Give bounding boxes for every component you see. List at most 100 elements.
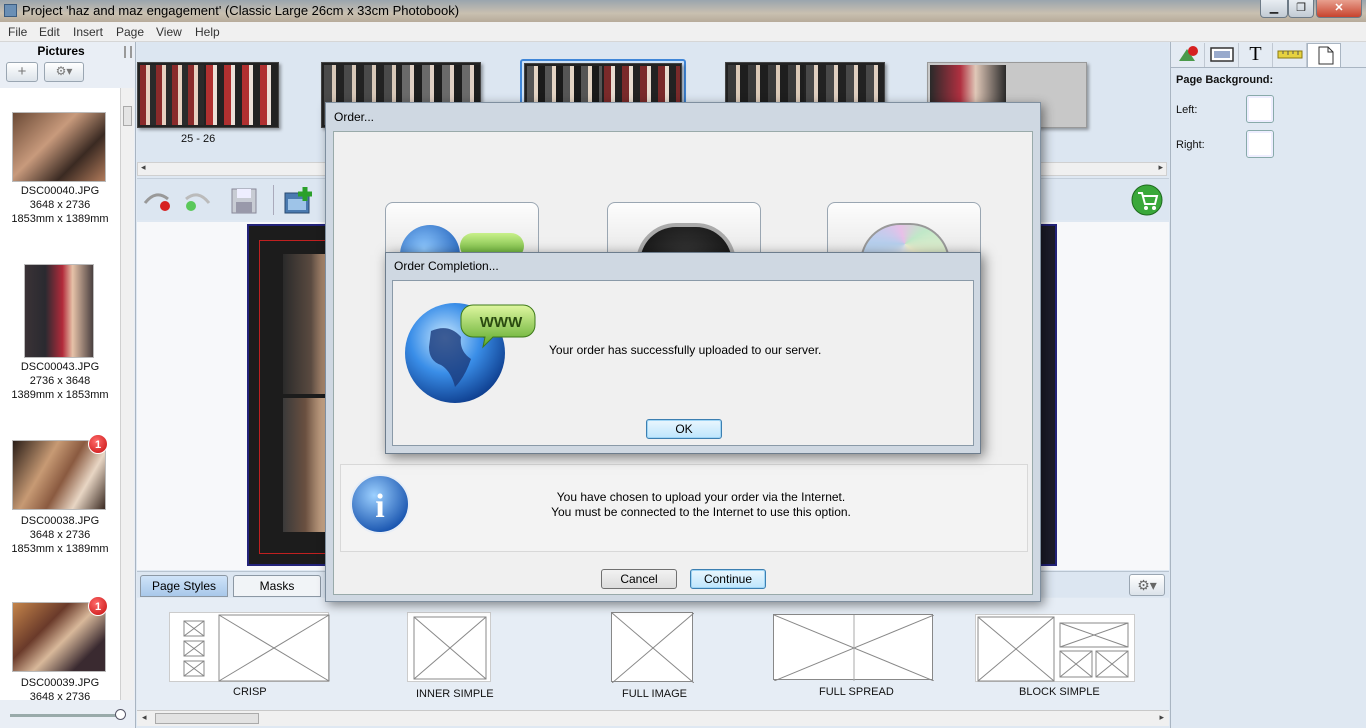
globe-www-icon: WWW	[405, 303, 536, 403]
completion-dialog-title: Order Completion...	[394, 259, 499, 273]
ruler-tab-icon[interactable]	[1273, 43, 1307, 67]
order-completion-dialog: Order Completion... WWW Your order has s…	[385, 252, 981, 454]
page-thumbnail-right	[206, 65, 278, 125]
shapes-tab-icon[interactable]	[1171, 43, 1205, 67]
properties-panel: T Page Background: Left: Right:	[1170, 42, 1366, 728]
style-full-spread-label: FULL SPREAD	[819, 686, 894, 698]
menu-view[interactable]: View	[156, 25, 182, 39]
add-page-icon[interactable]	[283, 185, 315, 217]
right-page[interactable]	[1039, 224, 1057, 566]
tab-page-styles[interactable]: Page Styles	[140, 575, 228, 597]
picture-pixels: 3648 x 2736	[29, 199, 91, 211]
list-item[interactable]: DSC00039.JPG 3648 x 2736	[0, 676, 120, 700]
info-text: You have chosen to upload your order via…	[401, 490, 1001, 520]
spread-thumbnail[interactable]	[137, 62, 279, 128]
app-icon	[4, 4, 17, 17]
style-full-spread-icon	[773, 614, 935, 682]
list-item[interactable]: DSC00038.JPG 3648 x 2736 1853mm x 1389mm	[0, 514, 120, 556]
picture-size: 1853mm x 1389mm	[11, 543, 109, 555]
style-inner-simple-icon	[413, 616, 487, 680]
right-background-swatch[interactable]	[1246, 130, 1274, 158]
styles-scrollbar[interactable]: ◂ ▸	[137, 710, 1169, 726]
continue-button[interactable]: Continue	[690, 569, 766, 589]
toolbar-divider	[273, 185, 274, 215]
minimize-button[interactable]: ▁	[1260, 0, 1288, 18]
left-background-swatch[interactable]	[1246, 95, 1274, 123]
window-title: Project 'haz and maz engagement' (Classi…	[22, 3, 460, 18]
picture-size: 1389mm x 1853mm	[11, 389, 109, 401]
panel-grip-icon[interactable]	[124, 46, 132, 58]
frame-tab-icon[interactable]	[1205, 43, 1239, 67]
scrollbar-thumb[interactable]	[123, 106, 132, 126]
slider-knob[interactable]	[115, 709, 126, 720]
picture-thumbnail[interactable]	[24, 264, 94, 358]
add-picture-button[interactable]: +	[6, 62, 38, 82]
style-crisp-icon	[183, 614, 330, 682]
scroll-right-icon[interactable]: ▸	[1159, 712, 1164, 723]
svg-text:WWW: WWW	[480, 314, 523, 331]
scroll-left-icon[interactable]: ◂	[141, 162, 146, 173]
picture-pixels: 3648 x 2736	[29, 691, 91, 700]
ok-button[interactable]: OK	[646, 419, 722, 439]
tab-masks[interactable]: Masks	[233, 575, 321, 597]
left-page[interactable]	[247, 224, 339, 566]
style-full-spread[interactable]	[773, 614, 935, 682]
picture-pixels: 3648 x 2736	[29, 529, 91, 541]
usage-count-badge: 1	[88, 434, 108, 454]
picture-thumbnail[interactable]	[12, 112, 106, 182]
scrollbar-thumb[interactable]	[155, 713, 259, 724]
pictures-title: Pictures	[37, 44, 85, 58]
style-inner-simple[interactable]	[407, 612, 491, 682]
style-block-simple-label: BLOCK SIMPLE	[1019, 686, 1100, 698]
redo-icon[interactable]	[183, 187, 213, 213]
menu-bar: File Edit Insert Page View Help	[0, 22, 1366, 42]
picture-size: 1853mm x 1389mm	[11, 213, 109, 225]
text-tab-icon[interactable]: T	[1239, 43, 1273, 67]
close-button[interactable]: ✕	[1316, 0, 1362, 18]
maximize-button[interactable]: ❐	[1288, 0, 1314, 18]
completion-message: Your order has successfully uploaded to …	[549, 343, 822, 357]
completion-dialog-body: WWW Your order has successfully uploaded…	[392, 280, 974, 446]
cancel-button[interactable]: Cancel	[601, 569, 677, 589]
menu-edit[interactable]: Edit	[39, 25, 60, 39]
style-crisp-label: CRISP	[233, 686, 267, 698]
style-crisp[interactable]	[169, 612, 330, 682]
save-icon[interactable]	[229, 186, 259, 216]
list-item[interactable]: DSC00040.JPG 3648 x 2736 1853mm x 1389mm	[0, 184, 120, 226]
thumbnail-size-slider[interactable]	[10, 714, 122, 717]
style-full-image[interactable]	[611, 612, 695, 684]
title-bar: Project 'haz and maz engagement' (Classi…	[0, 0, 1366, 22]
left-background-label: Left:	[1176, 104, 1198, 116]
svg-text:i: i	[375, 488, 384, 525]
pictures-gear-button[interactable]: ⚙▾	[44, 62, 84, 82]
list-item[interactable]: DSC00043.JPG 2736 x 3648 1389mm x 1853mm	[0, 360, 120, 402]
picture-pixels: 2736 x 3648	[29, 375, 91, 387]
page-thumbnail-left	[140, 65, 204, 125]
info-line-2: You must be connected to the Internet to…	[551, 505, 851, 519]
right-background-label: Right:	[1176, 139, 1205, 151]
pictures-scrollbar[interactable]	[120, 88, 134, 700]
info-message-row: i You have chosen to upload your order v…	[340, 464, 1028, 552]
spread-page-label: 25 - 26	[181, 133, 216, 145]
style-inner-simple-label: INNER SIMPLE	[416, 688, 494, 700]
cart-icon[interactable]	[1131, 184, 1163, 216]
order-dialog-title: Order...	[334, 110, 375, 124]
styles-gear-button[interactable]: ⚙▾	[1129, 574, 1165, 596]
pictures-list[interactable]: DSC00040.JPG 3648 x 2736 1853mm x 1389mm…	[0, 88, 120, 700]
menu-file[interactable]: File	[8, 25, 27, 39]
scroll-right-icon[interactable]: ▸	[1158, 162, 1163, 173]
style-block-simple-icon	[977, 616, 1129, 682]
menu-page[interactable]: Page	[116, 25, 144, 39]
undo-icon[interactable]	[141, 187, 171, 213]
page-tab-icon[interactable]	[1307, 43, 1341, 67]
scroll-left-icon[interactable]: ◂	[142, 712, 147, 723]
menu-help[interactable]: Help	[195, 25, 220, 39]
picture-filename: DSC00038.JPG	[20, 515, 100, 527]
page-styles-row: CRISP INNER SIMPLE FULL IMAGE FULL SPREA…	[137, 598, 1169, 710]
style-block-simple[interactable]	[975, 614, 1135, 682]
usage-count-badge: 1	[88, 596, 108, 616]
picture-filename: DSC00040.JPG	[20, 185, 100, 197]
menu-insert[interactable]: Insert	[73, 25, 103, 39]
picture-filename: DSC00039.JPG	[20, 677, 100, 689]
pictures-panel: Pictures + ⚙▾ DSC00040.JPG 3648 x 2736 1…	[0, 42, 136, 728]
